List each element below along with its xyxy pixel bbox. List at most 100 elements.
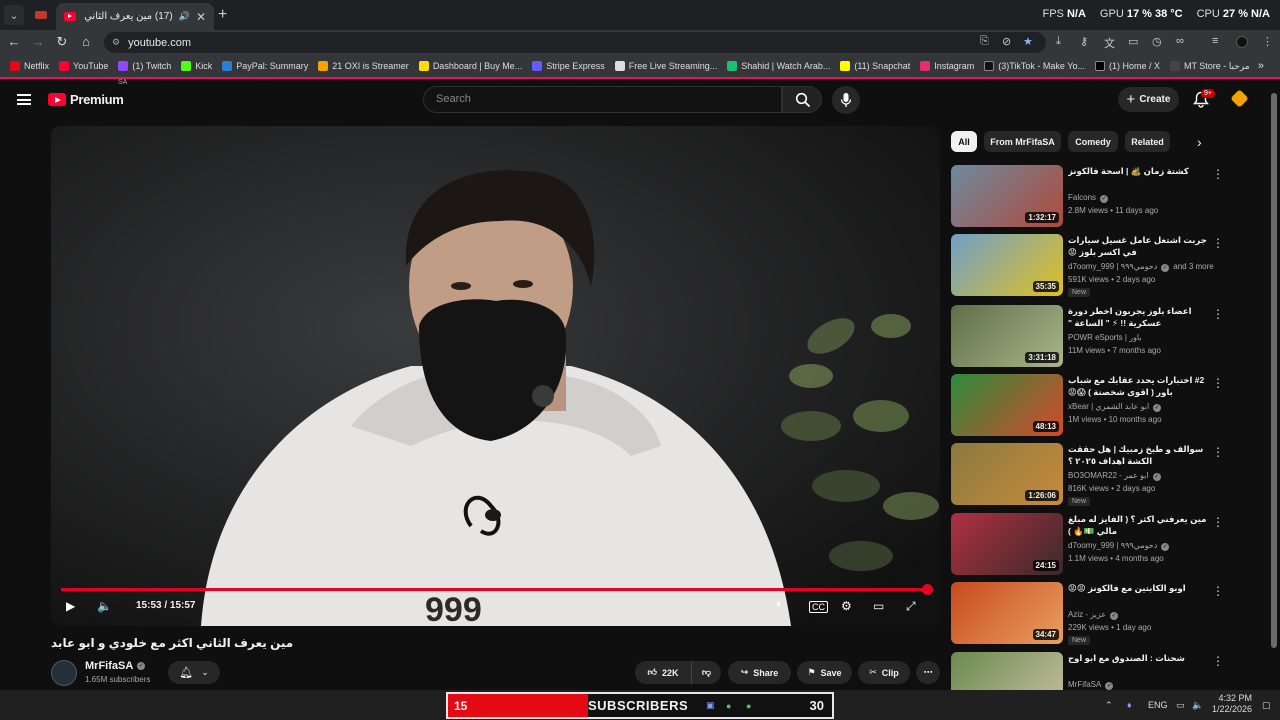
forward-icon[interactable]: →: [30, 34, 46, 49]
recommendation-thumbnail[interactable]: 24:15: [951, 513, 1063, 575]
key-icon[interactable]: ⚷: [1080, 35, 1088, 48]
recommendation-thumbnail[interactable]: 1:32:17: [951, 165, 1063, 227]
progress-bar[interactable]: [61, 584, 933, 595]
dislike-button[interactable]: 👎︎: [691, 661, 721, 684]
recommendation-item[interactable]: 1:26:06 سوالف و طبخ زمبيك | هل حققت الكشة…: [951, 443, 1231, 506]
bookmark-oxi[interactable]: 21 OXI is Streamer: [318, 61, 409, 71]
new-tab-button[interactable]: +: [218, 6, 227, 24]
bookmark-youtube[interactable]: YouTube: [59, 61, 108, 71]
notification-center-icon[interactable]: ▢: [1262, 700, 1271, 711]
fullscreen-icon[interactable]: ⤢: [906, 599, 916, 614]
recommendation-title[interactable]: سوالف و طبخ زمبيك | هل حققت الكشة اهداف …: [1068, 443, 1208, 467]
link-icon[interactable]: ∞: [1176, 35, 1184, 47]
active-tab[interactable]: (17) مين يعرف الثاني اكثر مع 🔊 ✕: [56, 3, 214, 30]
volume-icon[interactable]: 🔈: [97, 599, 112, 613]
bookmark-star-icon[interactable]: ★: [1023, 35, 1033, 48]
chips-next-icon[interactable]: ›: [1197, 134, 1202, 150]
clock[interactable]: 4:32 PM 1/22/2026: [1212, 693, 1252, 715]
recommendation-channel[interactable]: Falcons ✓: [1068, 193, 1109, 203]
channel-avatar[interactable]: [51, 660, 77, 686]
bookmark-x[interactable]: (1) Home / X: [1094, 61, 1160, 71]
settings-gear-icon[interactable]: ⚙: [841, 599, 852, 613]
recommendation-title[interactable]: شحنات : الصندوق مع ابو اوح: [1068, 652, 1208, 664]
autoplay-toggle[interactable]: ⏸: [776, 599, 781, 610]
recommendation-item[interactable]: 1:32:17 كشتة زمان 🏕️ | اسحة فالكونز Falcon…: [951, 165, 1231, 228]
recommendation-thumbnail[interactable]: 34:47: [951, 582, 1063, 644]
tracking-blocked-icon[interactable]: ⊘: [1002, 35, 1011, 48]
history-icon[interactable]: ◷: [1152, 35, 1162, 48]
address-bar[interactable]: ⚙ youtube.com: [104, 32, 1046, 53]
page-scrollbar[interactable]: [1268, 81, 1280, 688]
scrubber-knob[interactable]: [921, 584, 933, 595]
more-vertical-icon[interactable]: ⋮: [1212, 515, 1224, 529]
recommendation-title[interactable]: مين يعرفني اكثر ؟ ( الفايز له مبلغ مالي …: [1068, 513, 1208, 537]
recommendation-title[interactable]: اوبو الكابتين مع فالكونز 😡😡: [1068, 582, 1208, 594]
tray-app-icon[interactable]: ♦: [1127, 700, 1132, 710]
bookmark-stripe[interactable]: Stripe Express: [532, 61, 605, 71]
install-app-icon[interactable]: ⎘: [980, 35, 989, 48]
search-button[interactable]: [782, 86, 822, 113]
account-avatar[interactable]: [1230, 89, 1249, 108]
network-icon[interactable]: ▭: [1176, 700, 1185, 711]
more-vertical-icon[interactable]: ⋮: [1212, 167, 1224, 181]
tab-search-button[interactable]: ⌄: [4, 5, 24, 25]
recommendation-channel[interactable]: MrFifaSA ✓: [1068, 680, 1114, 690]
voice-search-button[interactable]: [832, 86, 860, 114]
recommendation-item[interactable]: 35:35 جربت اشتغل عامل غسيل سيارات في اكسر…: [951, 234, 1231, 297]
reload-icon[interactable]: ↻: [54, 34, 70, 50]
more-vertical-icon[interactable]: ⋮: [1212, 584, 1224, 598]
miniplayer-icon[interactable]: ▭: [873, 599, 884, 613]
more-vertical-icon[interactable]: ⋮: [1262, 35, 1273, 48]
chip-from-channel[interactable]: From MrFifaSA: [984, 131, 1061, 152]
recommendation-item[interactable]: 3:31:18 اعضاء بلوز يجربون اخطر دورة عسكري…: [951, 305, 1231, 368]
recommendation-title[interactable]: اعضاء بلوز يجربون اخطر دورة عسكرية !! ⚡ …: [1068, 305, 1208, 329]
chip-related[interactable]: Related: [1125, 131, 1170, 152]
recommendation-channel[interactable]: Aziz - عزيز ✓: [1068, 610, 1119, 620]
captions-icon[interactable]: CC: [809, 601, 828, 613]
recommendation-thumbnail[interactable]: 35:35: [951, 234, 1063, 296]
bookmark-free-streaming[interactable]: Free Live Streaming...: [614, 61, 717, 71]
recommendation-channel[interactable]: d7oomy_999 | دحومي٩٩٩ ✓ and 3 more: [1068, 262, 1214, 272]
wallet-icon[interactable]: ▭: [1128, 35, 1138, 48]
more-actions-button[interactable]: ⋯: [916, 661, 940, 684]
pinned-tab[interactable]: [30, 5, 52, 25]
bookmark-twitch[interactable]: (1) Twitch: [118, 61, 171, 71]
recommendation-item[interactable]: 24:15 مين يعرفني اكثر ؟ ( الفايز له مبلغ …: [951, 513, 1231, 576]
recommendation-title[interactable]: كشتة زمان 🏕️ | اسحة فالكونز: [1068, 165, 1208, 177]
speaker-icon[interactable]: 🔊: [179, 11, 190, 22]
clip-button[interactable]: ✂ Clip: [858, 661, 910, 684]
search-input[interactable]: Search: [423, 86, 782, 113]
more-vertical-icon[interactable]: ⋮: [1212, 236, 1224, 250]
recommendation-item[interactable]: 48:13 #2 اختبارات يحدد عقابك مع شباب باور…: [951, 374, 1231, 437]
more-vertical-icon[interactable]: ⋮: [1212, 376, 1224, 390]
bookmark-snapchat[interactable]: (11) Snapchat: [840, 61, 910, 71]
recommendation-title[interactable]: #2 اختبارات يحدد عقابك مع شباب باور ( اق…: [1068, 374, 1208, 398]
download-icon[interactable]: ⤓: [1056, 35, 1061, 48]
video-player[interactable]: 999 ▶ 🔈 15:53 / 15:57 ⏸ CC ⚙ ▭ ⤢: [51, 126, 940, 626]
more-vertical-icon[interactable]: ⋮: [1212, 654, 1224, 668]
translate-icon[interactable]: 文: [1104, 35, 1115, 51]
bookmark-buymeacoffee[interactable]: Dashboard | Buy Me...: [418, 61, 522, 71]
close-tab-icon[interactable]: ✕: [196, 10, 206, 24]
bookmarks-overflow-icon[interactable]: »: [1258, 60, 1264, 72]
recommendation-thumbnail[interactable]: 3:31:18: [951, 305, 1063, 367]
share-button[interactable]: ↪ Share: [728, 661, 791, 684]
back-icon[interactable]: ←: [6, 34, 22, 49]
guide-menu-icon[interactable]: [17, 94, 31, 105]
recommendation-thumbnail[interactable]: 1:26:06: [951, 443, 1063, 505]
recommendation-channel[interactable]: POWR eSports | باور: [1068, 333, 1142, 342]
recommendation-thumbnail[interactable]: 48:13: [951, 374, 1063, 436]
bookmark-shahid[interactable]: Shahid | Watch Arab...: [727, 61, 830, 71]
create-button[interactable]: + Create: [1118, 87, 1179, 112]
channel-name[interactable]: MrFifaSA ✓: [85, 660, 146, 672]
more-vertical-icon[interactable]: ⋮: [1212, 307, 1224, 321]
site-info-icon[interactable]: ⚙: [112, 37, 120, 48]
bookmark-instagram[interactable]: Instagram: [920, 61, 974, 71]
subscribed-button[interactable]: 🔔︎ ⌄: [168, 661, 220, 684]
bookmark-kick[interactable]: Kick: [181, 61, 212, 71]
play-button[interactable]: ▶: [66, 599, 75, 613]
profile-avatar[interactable]: [1236, 36, 1248, 48]
scrollbar-thumb[interactable]: [1271, 93, 1277, 648]
bookmark-paypal[interactable]: PayPal: Summary: [222, 61, 308, 71]
language-indicator[interactable]: ENG: [1148, 700, 1168, 710]
